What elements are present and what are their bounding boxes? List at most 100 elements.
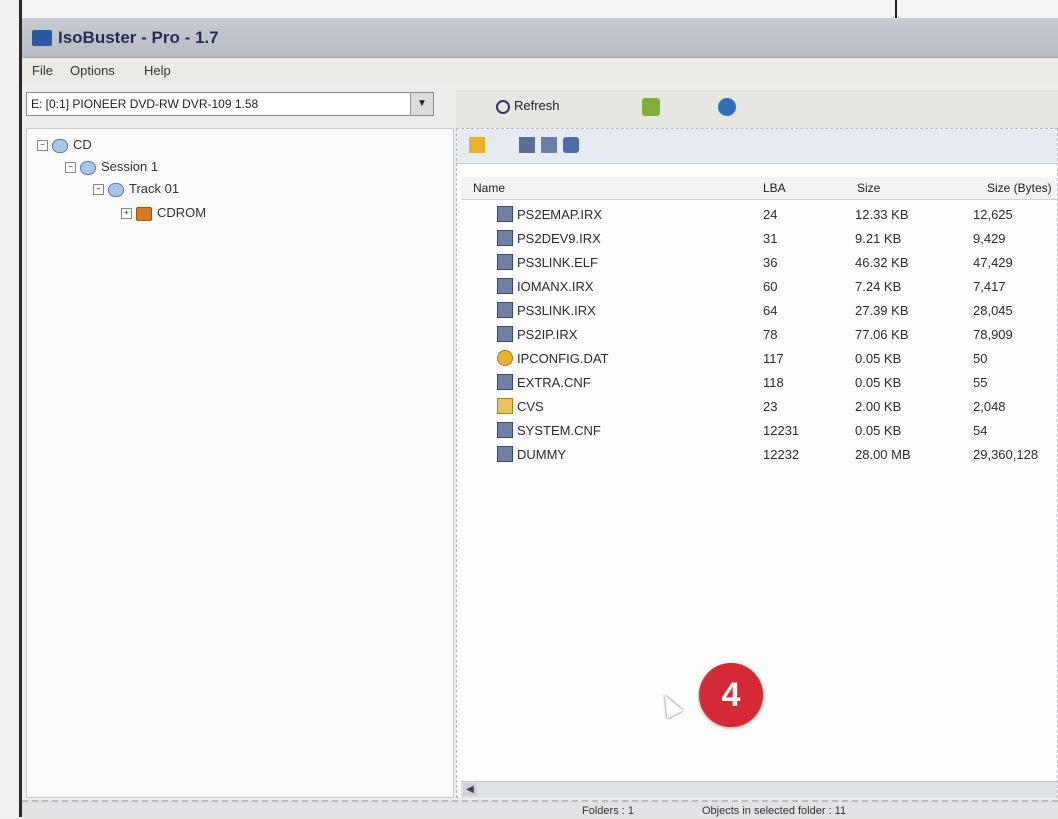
folder-icon xyxy=(136,206,152,221)
table-row[interactable]: PS2DEV9.IRX 31 9.21 KB 9,429 xyxy=(461,227,1057,251)
refresh-icon xyxy=(496,99,510,114)
cell-name: PS3LINK.IRX xyxy=(517,303,596,318)
column-size[interactable]: Size xyxy=(857,181,880,195)
refresh-label: Refresh xyxy=(514,98,560,113)
table-row[interactable]: PS2IP.IRX 78 77.06 KB 78,909 xyxy=(461,323,1057,347)
app-icon xyxy=(32,30,52,46)
cell-bytes: 7,417 xyxy=(973,279,1006,294)
table-row[interactable]: IPCONFIG.DAT 117 0.05 KB 50 xyxy=(461,347,1057,371)
cell-size: 77.06 KB xyxy=(855,327,909,342)
scroll-left-icon[interactable]: ◀ xyxy=(463,783,477,796)
cell-bytes: 28,045 xyxy=(973,303,1013,318)
cell-lba: 64 xyxy=(763,303,778,318)
menu-options[interactable]: Options xyxy=(70,63,115,78)
table-row[interactable]: SYSTEM.CNF 12231 0.05 KB 54 xyxy=(461,419,1057,443)
file-icon xyxy=(497,422,513,438)
cd-icon xyxy=(52,138,68,153)
cell-name: IOMANX.IRX xyxy=(517,279,594,294)
cell-name: PS2EMAP.IRX xyxy=(517,207,603,222)
status-objects: Objects in selected folder : 11 xyxy=(702,805,847,817)
grid-view-icon[interactable] xyxy=(519,137,535,153)
divider xyxy=(895,0,897,18)
cell-lba: 60 xyxy=(763,279,778,294)
collapse-icon[interactable]: − xyxy=(65,162,76,174)
cell-size: 27.39 KB xyxy=(855,303,909,318)
table-row[interactable]: DUMMY 12232 28.00 MB 29,360,128 xyxy=(461,443,1057,467)
cell-bytes: 47,429 xyxy=(973,255,1013,270)
cell-name: CVS xyxy=(517,399,544,414)
gear-icon xyxy=(497,350,513,366)
cell-lba: 12231 xyxy=(763,423,800,438)
view-toolbar xyxy=(457,129,1057,164)
isobuster-window: IsoBuster - Pro - 1.7 File Options Help … xyxy=(22,18,1058,819)
file-icon xyxy=(497,326,513,342)
cell-lba: 78 xyxy=(763,327,778,342)
tree-label: Session 1 xyxy=(101,159,159,174)
table-row[interactable]: PS3LINK.ELF 36 46.32 KB 47,429 xyxy=(461,251,1057,275)
menu-file[interactable]: File xyxy=(32,63,53,78)
column-lba[interactable]: LBA xyxy=(763,181,786,195)
cell-size: 7.24 KB xyxy=(855,279,902,294)
extract-icon[interactable] xyxy=(642,98,660,116)
cell-bytes: 9,429 xyxy=(973,231,1006,246)
file-icon xyxy=(497,206,513,222)
list-view-icon[interactable] xyxy=(541,137,557,153)
tree-node-cd[interactable]: − CD xyxy=(37,137,92,153)
details-view-icon[interactable] xyxy=(563,137,579,153)
folder-up-icon[interactable] xyxy=(469,137,485,153)
table-row[interactable]: PS2EMAP.IRX 24 12.33 KB 12,625 xyxy=(461,203,1057,227)
collapse-icon[interactable]: − xyxy=(37,140,48,152)
table-row[interactable]: CVS 23 2.00 KB 2,048 xyxy=(461,395,1057,419)
cell-size: 0.05 KB xyxy=(855,423,902,438)
cell-lba: 36 xyxy=(763,255,778,270)
column-size-bytes[interactable]: Size (Bytes) xyxy=(987,181,1052,195)
tree-node-cdrom[interactable]: + CDROM xyxy=(121,205,206,221)
table-row[interactable]: PS3LINK.IRX 64 27.39 KB 28,045 xyxy=(461,299,1057,323)
table-row[interactable]: IOMANX.IRX 60 7.24 KB 7,417 xyxy=(461,275,1057,299)
chevron-down-icon[interactable]: ▼ xyxy=(410,93,433,115)
bird-icon[interactable] xyxy=(718,98,736,116)
cell-name: PS2IP.IRX xyxy=(517,327,578,342)
refresh-button[interactable]: Refresh xyxy=(496,98,560,114)
table-row[interactable]: EXTRA.CNF 118 0.05 KB 55 xyxy=(461,371,1057,395)
status-bar: Folders : 1 Objects in selected folder :… xyxy=(22,800,1058,819)
cell-size: 9.21 KB xyxy=(855,231,902,246)
tree-node-track[interactable]: − Track 01 xyxy=(93,181,179,197)
cell-bytes: 54 xyxy=(973,423,988,438)
collapse-icon[interactable]: − xyxy=(93,184,104,196)
tree-node-session[interactable]: − Session 1 xyxy=(65,159,158,175)
window-title: IsoBuster - Pro - 1.7 xyxy=(58,28,219,47)
cell-bytes: 12,625 xyxy=(973,207,1013,222)
toolbar: Refresh xyxy=(456,90,1058,129)
cell-size: 46.32 KB xyxy=(855,255,909,270)
file-icon xyxy=(497,446,513,462)
cell-lba: 24 xyxy=(763,207,778,222)
cell-bytes: 2,048 xyxy=(973,399,1006,414)
expand-icon[interactable]: + xyxy=(121,208,132,220)
folder-icon xyxy=(497,398,513,414)
cell-bytes: 55 xyxy=(973,375,988,390)
cell-lba: 118 xyxy=(763,375,784,390)
tree-label: CD xyxy=(73,137,92,152)
cell-bytes: 78,909 xyxy=(973,327,1013,342)
cell-size: 0.05 KB xyxy=(855,375,902,390)
drive-select-value: E: [0:1] PIONEER DVD-RW DVR-109 1.58 xyxy=(31,97,259,111)
cell-size: 2.00 KB xyxy=(855,399,902,414)
top-strip xyxy=(0,0,1058,19)
horizontal-scrollbar[interactable]: ◀ xyxy=(461,781,1057,798)
file-icon xyxy=(497,230,513,246)
column-name[interactable]: Name xyxy=(473,181,505,195)
title-bar: IsoBuster - Pro - 1.7 xyxy=(22,18,1058,58)
cell-lba: 31 xyxy=(763,231,778,246)
tree-panel: − CD − Session 1 − Track 01 + CDROM xyxy=(26,128,454,798)
cell-size: 12.33 KB xyxy=(855,207,909,222)
cell-name: IPCONFIG.DAT xyxy=(517,351,609,366)
cell-lba: 117 xyxy=(763,351,784,366)
status-folders: Folders : 1 xyxy=(582,805,634,817)
file-icon xyxy=(497,302,513,318)
menu-help[interactable]: Help xyxy=(144,63,171,78)
drive-select[interactable]: E: [0:1] PIONEER DVD-RW DVR-109 1.58 ▼ xyxy=(26,92,434,116)
cell-name: EXTRA.CNF xyxy=(517,375,591,390)
cell-name: DUMMY xyxy=(517,447,567,462)
cell-name: PS3LINK.ELF xyxy=(517,255,598,270)
